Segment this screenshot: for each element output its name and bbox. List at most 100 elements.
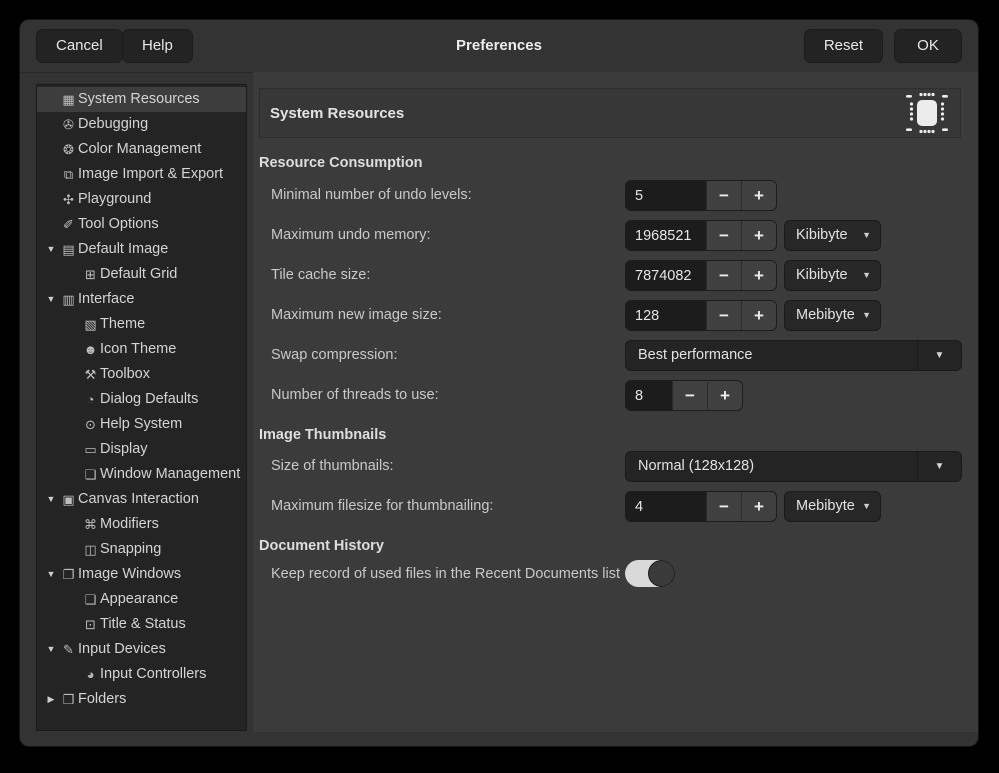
- sidebar-item-label: Interface: [78, 291, 134, 307]
- preferences-dialog: Cancel Help Preferences Reset OK ▦System…: [20, 20, 978, 746]
- increment-button[interactable]: +: [741, 301, 776, 330]
- threads-spinner: − +: [625, 380, 743, 411]
- help-button[interactable]: Help: [122, 29, 193, 63]
- sidebar-item-label: Toolbox: [100, 366, 150, 382]
- sidebar-item-canvas-interaction[interactable]: ▼ ▣Canvas Interaction: [37, 487, 246, 512]
- image-window-icon: ❐: [60, 562, 77, 587]
- sidebar-item-default-grid[interactable]: ⊞Default Grid: [37, 262, 246, 287]
- keep-record-label: Keep record of used files in the Recent …: [271, 560, 620, 588]
- cancel-button[interactable]: Cancel: [36, 29, 123, 63]
- thumbnail-filesize-spinner: − +: [625, 491, 777, 522]
- decrement-button[interactable]: −: [706, 492, 741, 521]
- decrement-button[interactable]: −: [706, 181, 741, 210]
- ok-button[interactable]: OK: [894, 29, 962, 63]
- page-header: System Resources: [259, 88, 961, 138]
- new-image-size-unit-dropdown[interactable]: Mebibyte ▼: [784, 300, 881, 331]
- unit-value: Kibibyte: [796, 221, 848, 250]
- thumbnail-filesize-unit-dropdown[interactable]: Mebibyte ▼: [784, 491, 881, 522]
- sidebar-item-default-image[interactable]: ▼ ▤Default Image: [37, 237, 246, 262]
- sidebar-item-input-controllers[interactable]: ◕Input Controllers: [37, 662, 246, 687]
- sidebar-item-label: Icon Theme: [100, 341, 176, 357]
- sidebar-item-image-windows[interactable]: ▼ ❐Image Windows: [37, 562, 246, 587]
- increment-button[interactable]: +: [741, 261, 776, 290]
- titlebar: Cancel Help Preferences Reset OK: [20, 20, 978, 73]
- sidebar-item-toolbox[interactable]: ⚒Toolbox: [37, 362, 246, 387]
- sidebar-item-display[interactable]: ▭Display: [37, 437, 246, 462]
- unit-value: Mebibyte: [796, 301, 855, 330]
- unit-value: Mebibyte: [796, 492, 855, 521]
- sidebar-item-label: Image Windows: [78, 566, 181, 582]
- sidebar-item-label: Snapping: [100, 541, 161, 557]
- sidebar-item-label: Image Import & Export: [78, 166, 223, 182]
- expander-open-icon[interactable]: ▼: [44, 287, 58, 312]
- sidebar-item-label: Color Management: [78, 141, 201, 157]
- sidebar-item-label: Tool Options: [78, 216, 159, 232]
- folders-icon: ❒: [60, 687, 77, 712]
- sidebar-item-modifiers[interactable]: ⌘Modifiers: [37, 512, 246, 537]
- snapping-icon: ◫: [82, 537, 99, 562]
- undo-levels-input[interactable]: [626, 181, 706, 210]
- sidebar-item-interface[interactable]: ▼ ▥Interface: [37, 287, 246, 312]
- expander-open-icon[interactable]: ▼: [44, 637, 58, 662]
- sidebar-item-label: Input Controllers: [100, 666, 206, 682]
- icon-theme-icon: ☻: [82, 337, 99, 362]
- chevron-down-icon: ▼: [862, 261, 871, 290]
- sidebar-item-folders[interactable]: ▶ ❒Folders: [37, 687, 246, 712]
- sidebar-item-theme[interactable]: ▧Theme: [37, 312, 246, 337]
- sidebar-item-playground[interactable]: ✣Playground: [37, 187, 246, 212]
- dialog-defaults-icon: ◔: [82, 387, 99, 412]
- reset-button[interactable]: Reset: [804, 29, 883, 63]
- swap-compression-combo[interactable]: Best performance ▼: [625, 340, 962, 371]
- sidebar-item-tool-options[interactable]: ✐Tool Options: [37, 212, 246, 237]
- sidebar-item-snapping[interactable]: ◫Snapping: [37, 537, 246, 562]
- undo-levels-label: Minimal number of undo levels:: [271, 180, 472, 211]
- increment-button[interactable]: +: [741, 221, 776, 250]
- decrement-button[interactable]: −: [672, 381, 707, 410]
- increment-button[interactable]: +: [741, 492, 776, 521]
- preferences-tree: ▦System Resources ✇Debugging ❂Color Mana…: [36, 84, 247, 731]
- page-title: System Resources: [270, 105, 404, 122]
- expander-closed-icon[interactable]: ▶: [44, 687, 58, 712]
- expander-open-icon[interactable]: ▼: [44, 237, 58, 262]
- thumbnail-size-combo[interactable]: Normal (128x128) ▼: [625, 451, 962, 482]
- chevron-down-icon: ▼: [862, 221, 871, 250]
- sidebar-item-title-status[interactable]: ⊡Title & Status: [37, 612, 246, 637]
- thumbnail-filesize-label: Maximum filesize for thumbnailing:: [271, 491, 493, 522]
- sidebar-item-color-management[interactable]: ❂Color Management: [37, 137, 246, 162]
- expander-open-icon[interactable]: ▼: [44, 487, 58, 512]
- decrement-button[interactable]: −: [706, 221, 741, 250]
- swap-compression-label: Swap compression:: [271, 340, 398, 371]
- expander-open-icon[interactable]: ▼: [44, 562, 58, 587]
- decrement-button[interactable]: −: [706, 261, 741, 290]
- sidebar-item-system-resources[interactable]: ▦System Resources: [37, 87, 246, 112]
- appearance-icon: ❑: [82, 587, 99, 612]
- sidebar-item-appearance[interactable]: ❑Appearance: [37, 587, 246, 612]
- tile-cache-unit-dropdown[interactable]: Kibibyte ▼: [784, 260, 881, 291]
- grid-icon: ⊞: [82, 262, 99, 287]
- increment-button[interactable]: +: [741, 181, 776, 210]
- decrement-button[interactable]: −: [706, 301, 741, 330]
- image-icon: ▤: [60, 237, 77, 262]
- sidebar-item-window-management[interactable]: ❏Window Management: [37, 462, 246, 487]
- threads-input[interactable]: [626, 381, 672, 410]
- sidebar-item-icon-theme[interactable]: ☻Icon Theme: [37, 337, 246, 362]
- toolbox-icon: ⚒: [82, 362, 99, 387]
- sidebar-item-help-system[interactable]: ⊙Help System: [37, 412, 246, 437]
- thumbnail-filesize-input[interactable]: [626, 492, 706, 521]
- interface-icon: ▥: [60, 287, 77, 312]
- increment-button[interactable]: +: [707, 381, 742, 410]
- keep-record-toggle[interactable]: [625, 560, 675, 587]
- chevron-down-icon: ▼: [862, 301, 871, 330]
- sidebar-item-input-devices[interactable]: ▼ ✎Input Devices: [37, 637, 246, 662]
- sidebar-item-image-import-export[interactable]: ⧉Image Import & Export: [37, 162, 246, 187]
- new-image-size-input[interactable]: [626, 301, 706, 330]
- tile-cache-input[interactable]: [626, 261, 706, 290]
- sidebar-item-label: Debugging: [78, 116, 148, 132]
- new-image-size-label: Maximum new image size:: [271, 300, 442, 331]
- system-resources-page: System Resources Resource Consumption Mi…: [253, 72, 978, 732]
- sidebar-item-dialog-defaults[interactable]: ◔Dialog Defaults: [37, 387, 246, 412]
- undo-memory-unit-dropdown[interactable]: Kibibyte ▼: [784, 220, 881, 251]
- undo-memory-input[interactable]: [626, 221, 706, 250]
- sidebar-item-debugging[interactable]: ✇Debugging: [37, 112, 246, 137]
- sidebar-item-label: Input Devices: [78, 641, 166, 657]
